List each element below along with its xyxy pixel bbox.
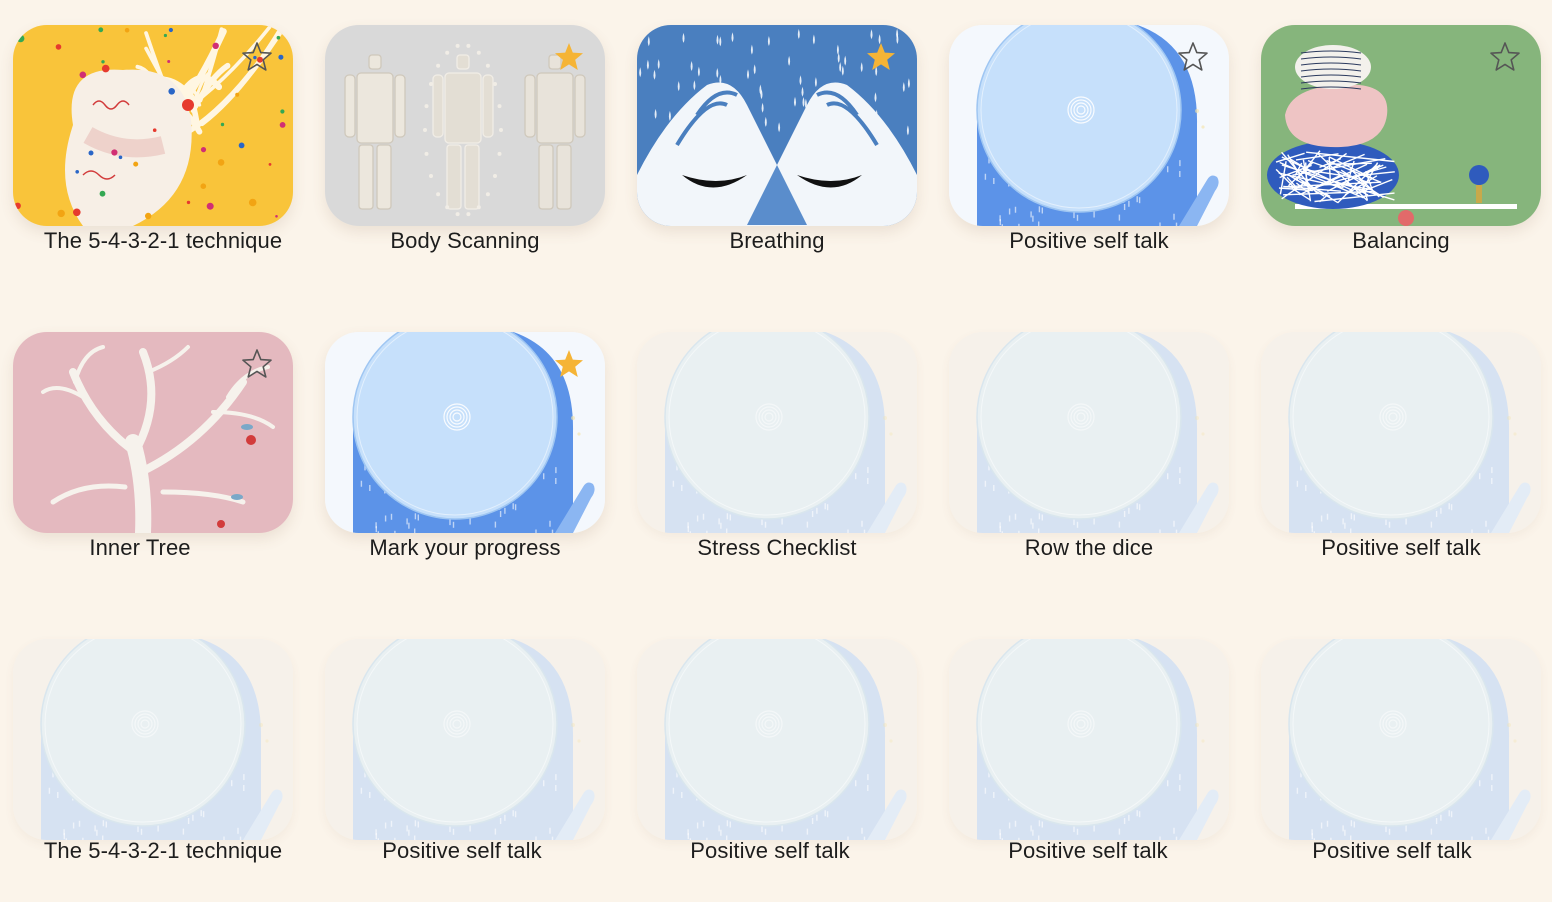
exercise-illustration xyxy=(949,639,1229,840)
exercise-thumbnail[interactable] xyxy=(637,25,917,226)
exercise-illustration xyxy=(13,639,293,840)
exercise-title: Positive self talk xyxy=(1312,838,1472,863)
exercise-card-e14[interactable]: Positive self talk xyxy=(949,639,1229,881)
exercise-title: The 5-4-3-2-1 technique xyxy=(43,228,283,253)
exercise-title: Stress Checklist xyxy=(697,535,857,560)
exercise-title: Body Scanning xyxy=(390,228,540,253)
star-filled-icon[interactable] xyxy=(553,348,585,380)
exercise-illustration xyxy=(949,332,1229,533)
exercise-title: Balancing xyxy=(1352,228,1450,253)
exercise-card-e6[interactable]: Inner Tree xyxy=(13,332,293,578)
exercise-thumbnail[interactable] xyxy=(325,639,605,840)
exercise-thumbnail[interactable] xyxy=(1261,25,1541,226)
exercise-title: Positive self talk xyxy=(690,838,850,863)
star-outline-icon[interactable] xyxy=(241,348,273,380)
star-outline-icon[interactable] xyxy=(1489,41,1521,73)
exercise-card-e2[interactable]: Body Scanning xyxy=(325,25,605,271)
exercise-card-e1[interactable]: The 5-4-3-2-1 technique xyxy=(13,25,293,271)
exercise-illustration xyxy=(1261,639,1541,840)
exercise-thumbnail[interactable] xyxy=(13,25,293,226)
exercise-illustration xyxy=(1261,332,1541,533)
exercise-thumbnail[interactable] xyxy=(13,332,293,533)
exercise-thumbnail[interactable] xyxy=(949,639,1229,840)
star-outline-icon[interactable] xyxy=(241,41,273,73)
exercise-thumbnail[interactable] xyxy=(949,332,1229,533)
exercise-title: Inner Tree xyxy=(89,535,191,560)
star-filled-icon[interactable] xyxy=(553,41,585,73)
exercise-thumbnail[interactable] xyxy=(1261,332,1541,533)
exercise-grid: The 5-4-3-2-1 technique Body Scanning Br… xyxy=(0,0,1552,902)
exercise-card-e10[interactable]: Positive self talk xyxy=(1261,332,1541,578)
exercise-card-e15[interactable]: Positive self talk xyxy=(1261,639,1541,881)
exercise-card-e11[interactable]: The 5-4-3-2-1 technique xyxy=(13,639,293,881)
exercise-card-e4[interactable]: Positive self talk xyxy=(949,25,1229,271)
exercise-card-e8[interactable]: Stress Checklist xyxy=(637,332,917,578)
exercise-title: Positive self talk xyxy=(382,838,542,863)
exercise-title: Positive self talk xyxy=(1009,228,1169,253)
star-outline-icon[interactable] xyxy=(1177,41,1209,73)
exercise-title: Mark your progress xyxy=(369,535,561,560)
exercise-thumbnail[interactable] xyxy=(13,639,293,840)
exercise-title: Row the dice xyxy=(1024,535,1154,560)
exercise-title: Positive self talk xyxy=(1321,535,1481,560)
exercise-title: Breathing xyxy=(729,228,825,253)
exercise-thumbnail[interactable] xyxy=(637,332,917,533)
exercise-title: The 5-4-3-2-1 technique xyxy=(43,838,283,863)
exercise-thumbnail[interactable] xyxy=(637,639,917,840)
exercise-card-e12[interactable]: Positive self talk xyxy=(325,639,605,881)
exercise-card-e9[interactable]: Row the dice xyxy=(949,332,1229,578)
exercise-card-e5[interactable]: Balancing xyxy=(1261,25,1541,271)
exercise-illustration xyxy=(637,332,917,533)
exercise-thumbnail[interactable] xyxy=(949,25,1229,226)
exercise-thumbnail[interactable] xyxy=(1261,639,1541,840)
exercise-thumbnail[interactable] xyxy=(325,332,605,533)
exercise-title: Positive self talk xyxy=(1008,838,1168,863)
exercise-card-e13[interactable]: Positive self talk xyxy=(637,639,917,881)
star-filled-icon[interactable] xyxy=(865,41,897,73)
exercise-card-e7[interactable]: Mark your progress xyxy=(325,332,605,578)
exercise-card-e3[interactable]: Breathing xyxy=(637,25,917,271)
exercise-illustration xyxy=(325,639,605,840)
exercise-illustration xyxy=(637,639,917,840)
exercise-thumbnail[interactable] xyxy=(325,25,605,226)
